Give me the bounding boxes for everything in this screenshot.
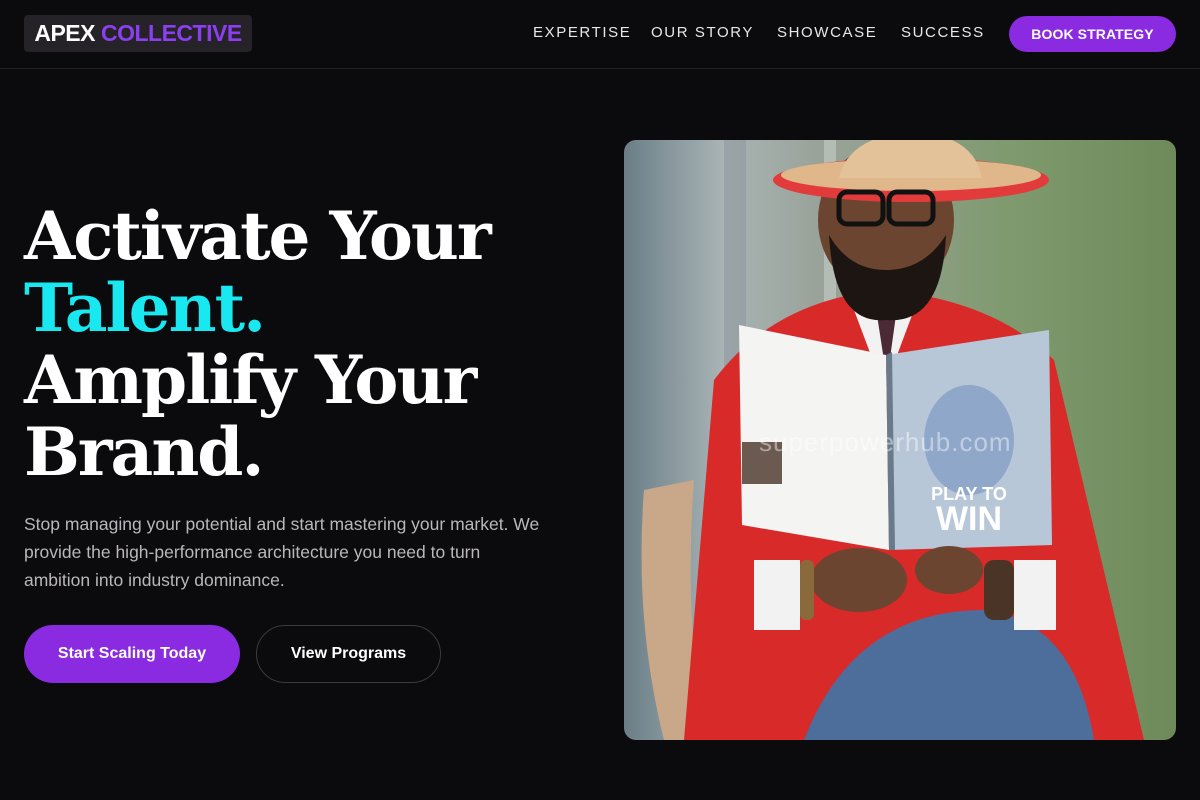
nav-link-showcase[interactable]: SHOWCASE [777, 24, 877, 41]
hero-headline: Activate Your Talent. Amplify Your Brand… [24, 200, 584, 488]
nav-link-success[interactable]: SUCCESS [901, 24, 985, 41]
headline-line-3: Amplify Your [24, 341, 477, 419]
book-strategy-button[interactable]: BOOK STRATEGY [1009, 16, 1176, 52]
headline-line-4: Brand. [24, 413, 264, 491]
view-programs-button[interactable]: View Programs [256, 625, 441, 683]
start-scaling-button[interactable]: Start Scaling Today [24, 625, 240, 683]
nav-link-expertise[interactable]: EXPERTISE [533, 24, 631, 41]
brand-name-part2: COLLECTIVE [100, 20, 242, 46]
site-header: APEX COLLECTIVE EXPERTISE OUR STORY SHOW… [0, 0, 1200, 69]
hero-photo: PLAY TO WIN superpowerhub.com [624, 140, 1176, 740]
image-watermark: superpowerhub.com [759, 427, 1012, 457]
brand-name-part1: APEX [34, 20, 95, 46]
headline-line-1: Activate Your [24, 197, 492, 275]
hero-subtext: Stop managing your potential and start m… [24, 514, 540, 590]
book-title-line2: WIN [936, 500, 1002, 538]
brand-logo[interactable]: APEX COLLECTIVE [24, 15, 252, 52]
nav-link-our-story[interactable]: OUR STORY [651, 24, 754, 41]
headline-line-2-accent: Talent. [24, 269, 266, 347]
